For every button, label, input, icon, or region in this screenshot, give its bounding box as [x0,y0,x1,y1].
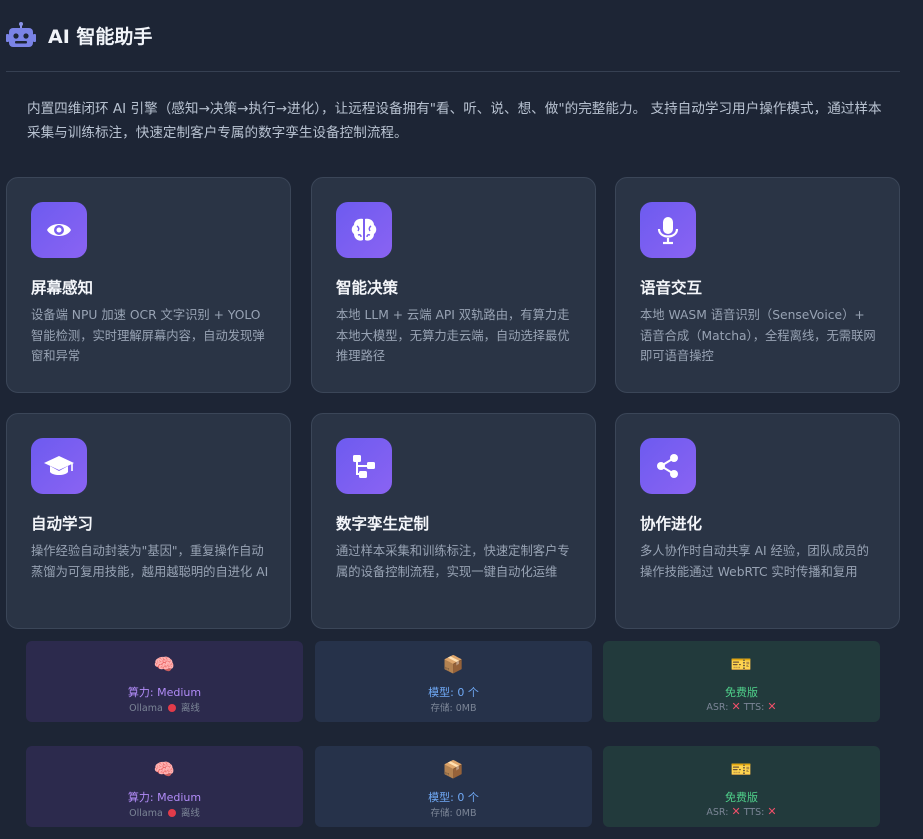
robot-icon [6,21,36,47]
asr-tts-status: ASR: ✕ TTS: ✕ [706,700,777,713]
feature-card-screen-perception[interactable]: 屏幕感知 设备端 NPU 加速 OCR 文字识别 + YOLO 智能检测，实时理… [6,177,291,393]
cross-icon: ✕ [767,805,777,818]
plan-label: 免费版 [725,686,758,699]
feature-card-collaborative-evolution[interactable]: 协作进化 多人协作时自动共享 AI 经验，团队成员的操作技能通过 WebRTC … [615,413,900,629]
ollama-status: Ollama 离线 [129,703,200,714]
share-icon [640,438,696,494]
feature-desc: 本地 LLM + 云端 API 双轨路由，有算力走本地大模型，无算力走云端，自动… [336,308,570,363]
ticket-icon: 🎫 [730,760,753,780]
feature-title: 自动学习 [31,515,94,533]
compute-power-label: 算力: Medium [127,686,202,699]
feature-desc: 操作经验自动封装为"基因"，重复操作自动蒸馏为可复用技能，越用越聪明的自进化 A… [31,544,269,579]
feature-desc: 通过样本采集和训练标注，快速定制客户专属的设备控制流程，实现一键自动化运维 [336,544,570,579]
cross-icon: ✕ [731,805,741,818]
intro-text: 内置四维闭环 AI 引擎（感知→决策→执行→进化），让远程设备拥有"看、听、说、… [27,101,882,141]
ollama-status: Ollama 离线 [129,808,200,819]
brain-icon: 🧠 [153,760,176,780]
storage-label: 存储: 0MB [430,703,477,714]
microphone-icon [640,202,696,258]
compute-power-panel: 🧠 算力: Medium Ollama 离线 [26,641,303,722]
cross-icon: ✕ [731,700,741,713]
feature-card-voice-interaction[interactable]: 语音交互 本地 WASM 语音识别（SenseVoice）+ 语音合成（Matc… [615,177,900,393]
plan-panel: 🎫 免费版 ASR: ✕ TTS: ✕ [603,746,880,827]
feature-title: 屏幕感知 [31,279,94,297]
eye-icon [31,202,87,258]
feature-card-digital-twin[interactable]: 数字孪生定制 通过样本采集和训练标注，快速定制客户专属的设备控制流程，实现一键自… [311,413,596,629]
plan-label: 免费版 [725,791,758,804]
brain-icon [336,202,392,258]
model-count-label: 模型: 0 个 [428,686,479,699]
compute-power-label: 算力: Medium [127,791,202,804]
feature-title: 语音交互 [640,279,703,297]
feature-desc: 本地 WASM 语音识别（SenseVoice）+ 语音合成（Matcha），全… [640,308,876,363]
feature-title: 协作进化 [640,515,703,533]
graduation-cap-icon [31,438,87,494]
storage-label: 存储: 0MB [430,808,477,819]
header: AI 智能助手 [6,0,900,72]
workflow-icon [336,438,392,494]
feature-title: 数字孪生定制 [336,515,430,533]
cross-icon: ✕ [767,700,777,713]
model-panel: 📦 模型: 0 个 存储: 0MB [315,746,592,827]
offline-dot-icon [167,704,176,712]
asr-tts-status: ASR: ✕ TTS: ✕ [706,805,777,818]
offline-dot-icon [167,809,176,817]
compute-power-panel: 🧠 算力: Medium Ollama 离线 [26,746,303,827]
package-icon: 📦 [442,760,465,780]
brain-icon: 🧠 [153,655,176,675]
model-panel: 📦 模型: 0 个 存储: 0MB [315,641,592,722]
model-count-label: 模型: 0 个 [428,791,479,804]
feature-card-smart-decision[interactable]: 智能决策 本地 LLM + 云端 API 双轨路由，有算力走本地大模型，无算力走… [311,177,596,393]
feature-card-auto-learning[interactable]: 自动学习 操作经验自动封装为"基因"，重复操作自动蒸馏为可复用技能，越用越聪明的… [6,413,291,629]
ticket-icon: 🎫 [730,655,753,675]
page-title: AI 智能助手 [48,26,153,48]
feature-desc: 多人协作时自动共享 AI 经验，团队成员的操作技能通过 WebRTC 实时传播和… [640,544,869,579]
package-icon: 📦 [442,655,465,675]
feature-title: 智能决策 [336,279,399,297]
plan-panel: 🎫 免费版 ASR: ✕ TTS: ✕ [603,641,880,722]
feature-desc: 设备端 NPU 加速 OCR 文字识别 + YOLO 智能检测，实时理解屏幕内容… [31,308,265,363]
